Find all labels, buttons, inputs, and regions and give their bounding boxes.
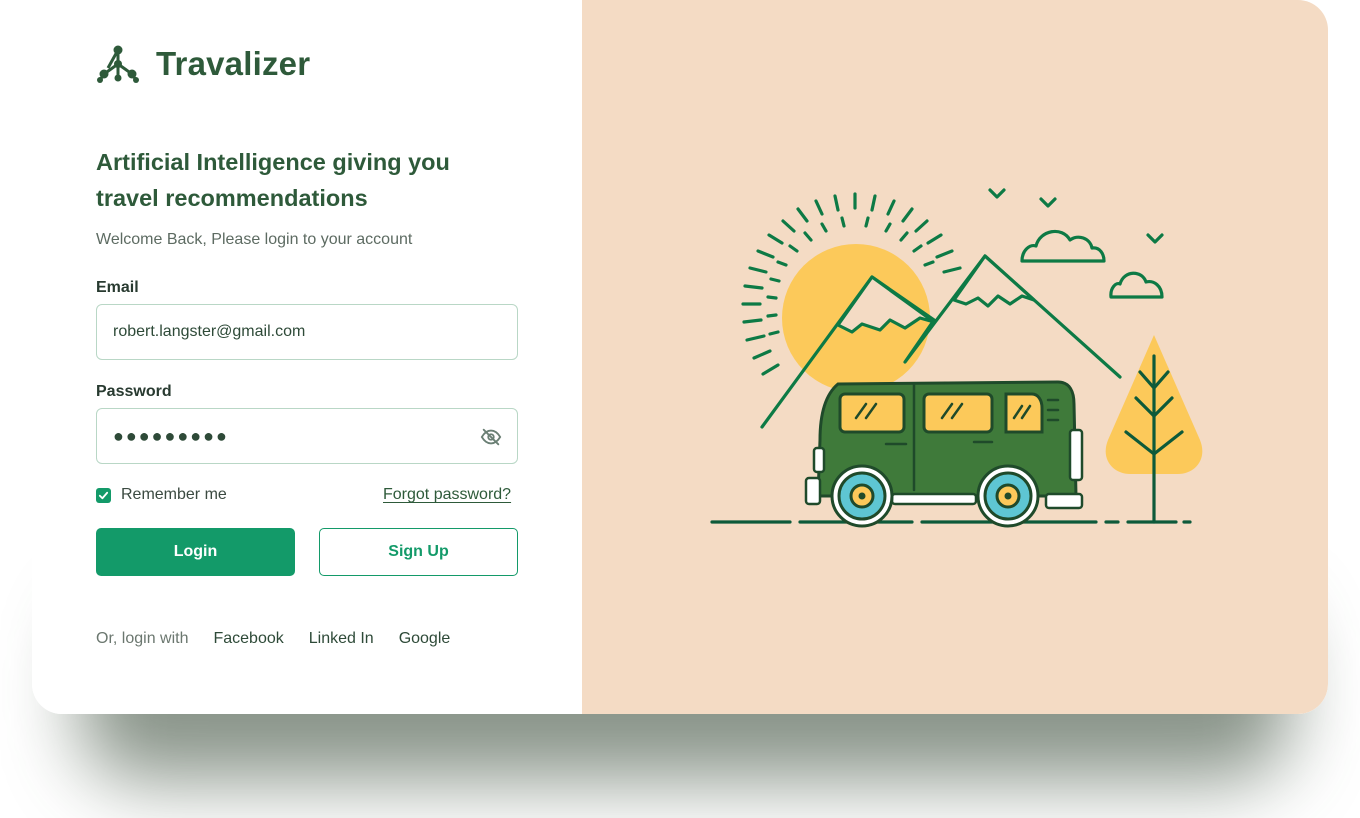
brand-logo: Travalizer	[96, 44, 310, 84]
linkedin-login-link[interactable]: Linked In	[309, 630, 374, 648]
password-label: Password	[96, 383, 172, 400]
remember-me-checkbox[interactable]: Remember me	[96, 486, 227, 504]
login-card: Travalizer Artificial Intelligence givin…	[32, 0, 1328, 714]
password-field-container	[96, 408, 518, 464]
clouds	[1020, 229, 1164, 299]
network-nodes-icon	[97, 45, 139, 83]
brand-name: Travalizer	[156, 45, 311, 82]
email-label: Email	[96, 279, 139, 296]
login-button[interactable]: Login	[96, 528, 295, 576]
front-wheel	[830, 464, 894, 528]
signup-button[interactable]: Sign Up	[319, 528, 518, 576]
tree	[1105, 335, 1203, 524]
facebook-login-link[interactable]: Facebook	[213, 630, 283, 648]
checkbox-checked-icon[interactable]	[96, 487, 111, 503]
forgot-password-link[interactable]: Forgot password?	[383, 486, 511, 504]
birds	[988, 188, 1164, 244]
google-login-link[interactable]: Google	[399, 630, 451, 648]
password-field[interactable]	[97, 409, 517, 463]
illustration-panel	[582, 0, 1328, 714]
social-login: Or, login with Facebook Linked In Google	[96, 630, 475, 648]
travel-van-illustration	[710, 188, 1203, 528]
social-login-prefix: Or, login with	[96, 630, 189, 647]
page-title: Artificial Intelligence giving you trave…	[96, 149, 450, 211]
remember-me-label: Remember me	[121, 486, 227, 503]
email-field-container	[96, 304, 518, 360]
login-panel: Travalizer Artificial Intelligence givin…	[32, 0, 582, 714]
email-field[interactable]	[97, 305, 517, 359]
eye-off-icon[interactable]	[479, 425, 503, 449]
welcome-subtitle: Welcome Back, Please login to your accou…	[96, 231, 413, 248]
van	[804, 380, 1084, 528]
rear-wheel	[976, 464, 1040, 528]
